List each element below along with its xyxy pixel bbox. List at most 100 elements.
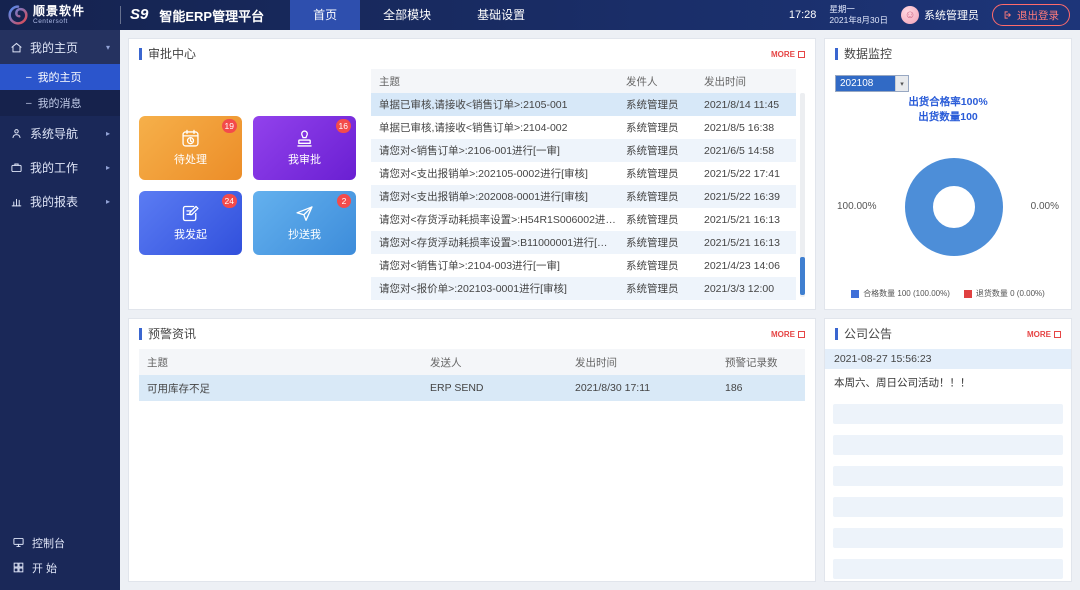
period-select-value: 202108 [836, 76, 895, 91]
monitor-icon [12, 536, 25, 549]
chevron-down-icon: ▾ [106, 43, 110, 52]
more-icon [798, 331, 805, 338]
alert-sender: ERP SEND [430, 382, 575, 394]
initiated-by-me-tile[interactable]: 24 我发起 [139, 191, 242, 255]
more-icon [1054, 331, 1061, 338]
announcement-text[interactable]: 本周六、周日公司活动！！！ [825, 369, 1071, 394]
table-row[interactable]: 请您对<销售订单>:2106-001进行[一审] 系统管理员 2021/6/5 … [371, 139, 796, 162]
row-time: 2021/5/21 16:13 [704, 237, 796, 249]
alerts-panel: 预警资讯 MORE 主题 发送人 发出时间 预警记录数 可用库存不足 ERP S… [128, 318, 816, 582]
clock-document-icon [180, 128, 201, 149]
avatar[interactable]: ☺ [901, 6, 919, 24]
sidebar-item-my-home[interactable]: 我的主页 ▾ [0, 30, 120, 64]
approval-table: 主题 发件人 发出时间 单据已审核,请接收<销售订单>:2105-001 系统管… [371, 69, 805, 301]
table-row[interactable]: 单据已审核,请接收<销售订单>:2104-002 系统管理员 2021/8/5 … [371, 116, 796, 139]
row-time: 2021/6/5 14:58 [704, 145, 796, 157]
scrollbar-thumb[interactable] [800, 257, 805, 295]
shipment-stats: 出货合格率100% 出货数量100 [835, 95, 1061, 125]
announcement-placeholder-row [833, 466, 1063, 486]
username: 系统管理员 [924, 7, 979, 23]
top-nav: 首页 全部模块 基础设置 [290, 0, 548, 30]
table-row[interactable]: 请您对<销售订单>:2104-003进行[一审] 系统管理员 2021/4/23… [371, 254, 796, 277]
row-sender: 系统管理员 [626, 120, 704, 135]
row-subject: 单据已审核,请接收<销售订单>:2104-002 [371, 120, 626, 135]
row-sender: 系统管理员 [626, 166, 704, 181]
row-sender: 系统管理员 [626, 143, 704, 158]
stamp-icon [294, 128, 315, 149]
cc-badge: 2 [337, 194, 351, 208]
row-time: 2021/5/22 16:39 [704, 191, 796, 203]
table-row[interactable]: 请您对<支出报销单>:202008-0001进行[审核] 系统管理员 2021/… [371, 185, 796, 208]
weekday: 星期一 [829, 4, 855, 14]
row-subject: 请您对<报价单>:202103-0001进行[审核] [371, 281, 626, 296]
pending-badge: 19 [222, 119, 237, 133]
date: 2021年8月30日 [829, 15, 888, 25]
sidebar-subitem-my-home[interactable]: 我的主页 [0, 64, 120, 90]
row-time: 2021/5/21 16:13 [704, 214, 796, 226]
chevron-right-icon: ▸ [106, 129, 110, 138]
announcement-placeholder-row [833, 528, 1063, 548]
nav-basic-settings[interactable]: 基础设置 [454, 0, 548, 30]
sidebar-item-my-reports[interactable]: 我的报表 ▸ [0, 184, 120, 218]
pending-tile[interactable]: 19 待处理 [139, 116, 242, 180]
cc-to-me-tile[interactable]: 2 抄送我 [253, 191, 356, 255]
alert-row[interactable]: 可用库存不足 ERP SEND 2021/8/30 17:11 186 [139, 375, 805, 401]
home-icon [10, 41, 23, 54]
initiated-badge: 24 [222, 194, 237, 208]
announcement-placeholder-list [825, 394, 1071, 581]
alert-count: 186 [725, 382, 805, 394]
row-time: 2021/8/14 11:45 [704, 99, 796, 111]
alert-time: 2021/8/30 17:11 [575, 382, 725, 394]
table-row[interactable]: 请您对<报价单>:202103-0001进行[审核] 系统管理员 2021/3/… [371, 277, 796, 300]
alerts-table: 主题 发送人 发出时间 预警记录数 可用库存不足 ERP SEND 2021/8… [129, 349, 815, 409]
brand-swirl-icon [8, 5, 28, 25]
console-button[interactable]: 控制台 [0, 530, 120, 555]
sidebar-item-my-work[interactable]: 我的工作 ▸ [0, 150, 120, 184]
donut-left-label: 100.00% [837, 201, 876, 212]
user-box[interactable]: ☺ 系统管理员 [901, 6, 979, 24]
approval-more-link[interactable]: MORE [771, 50, 805, 59]
row-sender: 系统管理员 [626, 97, 704, 112]
row-time: 2021/3/3 12:00 [704, 283, 796, 295]
legend-swatch-red [964, 290, 972, 298]
scrollbar-track[interactable] [800, 93, 805, 297]
row-subject: 请您对<销售订单>:2104-003进行[一审] [371, 258, 626, 273]
my-approvals-badge: 16 [336, 119, 351, 133]
clock-time: 17:28 [789, 9, 817, 21]
table-row[interactable]: 请您对<存货浮动耗损率设置>:B11000001进行[审核] 系统管理员 202… [371, 231, 796, 254]
table-row[interactable]: 请您对<支出报销单>:202105-0002进行[审核] 系统管理员 2021/… [371, 162, 796, 185]
announcement-placeholder-row [833, 404, 1063, 424]
donut-right-label: 0.00% [1031, 201, 1059, 212]
chevron-right-icon: ▸ [106, 197, 110, 206]
announcement-datetime[interactable]: 2021-08-27 15:56:23 [825, 349, 1071, 369]
alerts-more-link[interactable]: MORE [771, 330, 805, 339]
product-code: S9 [120, 6, 157, 24]
nav-home[interactable]: 首页 [290, 0, 360, 30]
panel-title-approval: 审批中心 [139, 48, 196, 60]
more-icon [798, 51, 805, 58]
row-subject: 单据已审核,请接收<销售订单>:2105-001 [371, 97, 626, 112]
logo-cn: 顺景软件 [33, 5, 85, 17]
table-row[interactable]: 请您对<存货浮动耗损率设置>:H54R1S006002进行[审核] 系统管理员 … [371, 208, 796, 231]
announcements-more-link[interactable]: MORE [1027, 330, 1061, 339]
announcement-placeholder-row [833, 435, 1063, 455]
sidebar-item-system-nav[interactable]: 系统导航 ▸ [0, 116, 120, 150]
period-select[interactable]: 202108 ▾ [835, 75, 909, 92]
person-icon [10, 127, 23, 140]
announcement-placeholder-row [833, 497, 1063, 517]
row-time: 2021/4/23 14:06 [704, 260, 796, 272]
row-sender: 系统管理员 [626, 281, 704, 296]
nav-all-modules[interactable]: 全部模块 [360, 0, 454, 30]
logo: 顺景软件 Centersoft [0, 5, 120, 26]
row-subject: 请您对<销售订单>:2106-001进行[一审] [371, 143, 626, 158]
ship-qty-text: 出货数量100 [835, 110, 1061, 125]
row-time: 2021/8/5 16:38 [704, 122, 796, 134]
panel-title-announcements: 公司公告 [835, 328, 892, 340]
sidebar-subitem-my-messages[interactable]: 我的消息 [0, 90, 120, 116]
logout-button[interactable]: 退出登录 [992, 4, 1070, 26]
start-button[interactable]: 开 始 [0, 555, 120, 580]
row-subject: 请您对<存货浮动耗损率设置>:H54R1S006002进行[审核] [371, 212, 626, 227]
legend-item-qualified: 合格数量 100 (100.00%) [851, 288, 950, 299]
my-approvals-tile[interactable]: 16 我审批 [253, 116, 356, 180]
table-row[interactable]: 单据已审核,请接收<销售订单>:2105-001 系统管理员 2021/8/14… [371, 93, 796, 116]
